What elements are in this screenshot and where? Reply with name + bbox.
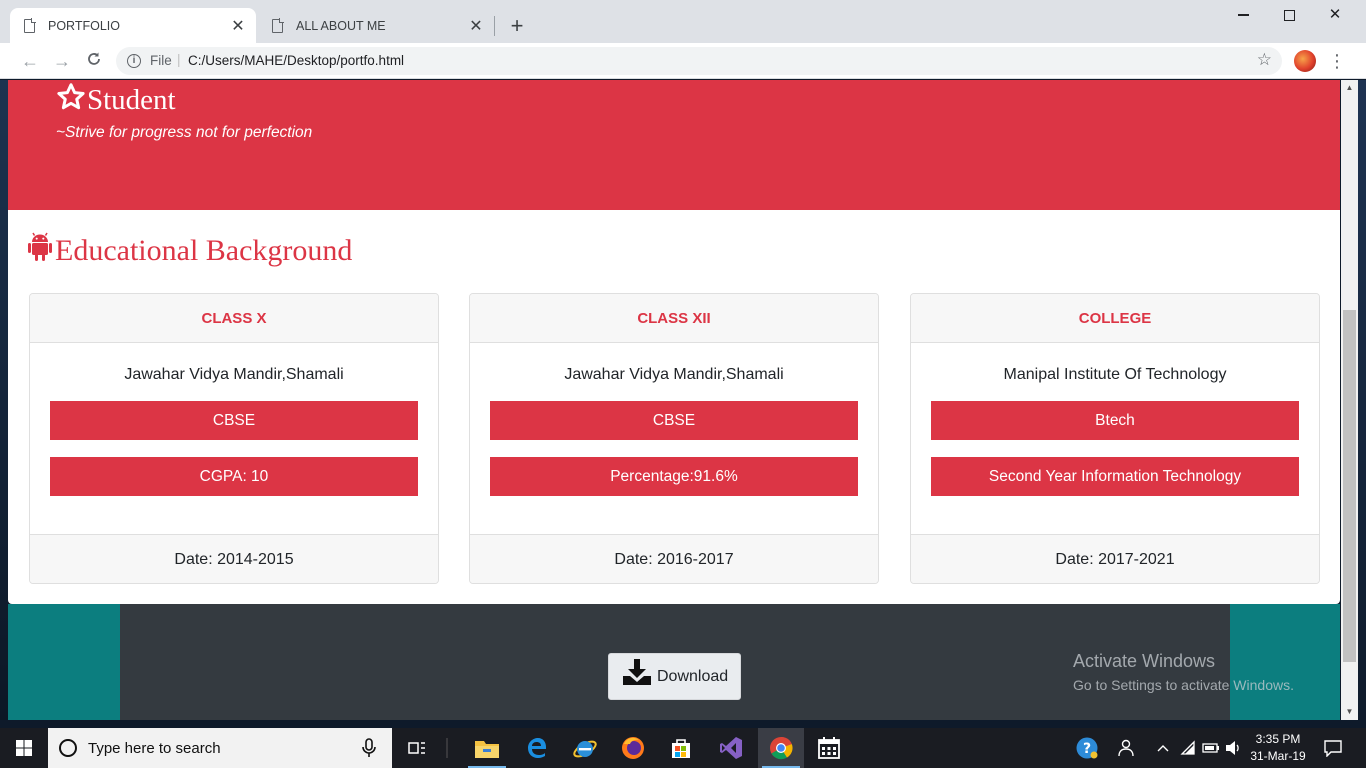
download-button[interactable]: Download <box>608 653 741 700</box>
card-header: CLASS XII <box>470 294 878 343</box>
people-icon[interactable] <box>1114 728 1140 768</box>
menu-kebab-icon[interactable]: ⋮ <box>1328 49 1346 73</box>
reload-icon[interactable] <box>82 49 106 73</box>
internet-explorer-icon[interactable] <box>562 728 608 768</box>
clock-date: 31-Mar-19 <box>1250 749 1306 763</box>
card-header: CLASS X <box>30 294 438 343</box>
start-button[interactable] <box>0 728 48 768</box>
visual-studio-icon[interactable] <box>708 728 754 768</box>
tab-all-about-me[interactable]: ALL ABOUT ME ✕ <box>258 8 494 43</box>
hero-banner: Student ~Strive for progress not for per… <box>8 80 1340 210</box>
notifications-icon[interactable] <box>1318 728 1348 768</box>
hero-title: Student <box>56 82 176 118</box>
system-clock[interactable]: 3:35 PM 31-Mar-19 <box>1248 731 1308 765</box>
scroll-thumb[interactable] <box>1343 310 1356 662</box>
watermark-title: Activate Windows <box>1073 651 1216 671</box>
url-divider: | <box>177 52 181 67</box>
card-board-badge: CBSE <box>490 401 858 440</box>
url-text[interactable]: C:/Users/MAHE/Desktop/portfo.html <box>188 53 404 68</box>
desktop-background <box>0 80 8 720</box>
store-icon[interactable] <box>658 728 704 768</box>
new-tab-button[interactable]: + <box>505 12 529 40</box>
search-placeholder: Type here to search <box>88 739 221 757</box>
maximize-button[interactable] <box>1266 0 1312 30</box>
hero-quote: ~Strive for progress not for perfection <box>56 124 313 141</box>
clock-time: 3:35 PM <box>1255 732 1301 746</box>
help-icon[interactable]: ? <box>1072 728 1102 768</box>
tab-separator <box>494 16 495 36</box>
address-bar[interactable]: i File | C:/Users/MAHE/Desktop/portfo.ht… <box>116 47 1282 75</box>
calendar-icon[interactable] <box>806 728 852 768</box>
forward-arrow-icon[interactable]: → <box>50 49 74 73</box>
education-card-college: COLLEGE Manipal Institute Of Technology … <box>910 293 1320 584</box>
scroll-down-arrow-icon[interactable]: ▼ <box>1341 704 1358 720</box>
chevron-up-icon[interactable] <box>1152 728 1174 768</box>
windows-taskbar: Type here to search ? 3:35 PM 31-Mar-19 <box>0 728 1366 768</box>
bookmark-star-icon[interactable]: ☆ <box>1257 50 1272 70</box>
download-icon <box>622 658 652 691</box>
section-title-text: Educational Background <box>55 234 353 267</box>
minimize-button[interactable] <box>1220 0 1266 30</box>
card-header: COLLEGE <box>911 294 1319 343</box>
browser-toolbar: ← → i File | C:/Users/MAHE/Desktop/portf… <box>0 43 1366 79</box>
watermark-subtitle: Go to Settings to activate Windows. <box>1073 677 1294 693</box>
card-score-badge: Second Year Information Technology <box>931 457 1299 496</box>
windows-logo-icon <box>16 740 32 756</box>
section-title: Educational Background <box>28 232 352 270</box>
wifi-icon[interactable] <box>1178 728 1200 768</box>
close-tab-icon[interactable]: ✕ <box>230 16 246 36</box>
card-school: Jawahar Vidya Mandir,Shamali <box>564 366 784 383</box>
education-card-class-xii: CLASS XII Jawahar Vidya Mandir,Shamali C… <box>469 293 879 584</box>
tab-title: PORTFOLIO <box>48 18 121 33</box>
android-icon <box>28 232 52 270</box>
task-view-icon[interactable] <box>394 728 440 768</box>
footer-side-left <box>8 604 120 720</box>
browser-tab-strip: PORTFOLIO ✕ ALL ABOUT ME ✕ + ✕ <box>0 0 1366 43</box>
download-label: Download <box>657 667 729 685</box>
card-score-badge: Percentage:91.6% <box>490 457 858 496</box>
taskbar-search[interactable]: Type here to search <box>48 728 392 768</box>
file-explorer-icon[interactable] <box>464 728 510 768</box>
firefox-icon[interactable] <box>610 728 656 768</box>
svg-text:?: ? <box>1083 741 1091 757</box>
card-date: Date: 2017-2021 <box>911 534 1319 583</box>
card-date: Date: 2014-2015 <box>30 534 438 583</box>
page-viewport: Student ~Strive for progress not for per… <box>0 80 1366 720</box>
microphone-icon[interactable] <box>358 737 380 759</box>
star-icon <box>56 82 86 118</box>
taskbar-divider <box>442 728 452 768</box>
vertical-scrollbar[interactable]: ▲ ▼ <box>1341 80 1358 720</box>
info-icon[interactable]: i <box>127 54 141 68</box>
battery-icon[interactable] <box>1200 728 1222 768</box>
card-score-badge: CGPA: 10 <box>50 457 418 496</box>
card-date: Date: 2016-2017 <box>470 534 878 583</box>
card-board-badge: Btech <box>931 401 1299 440</box>
scroll-up-arrow-icon[interactable]: ▲ <box>1341 80 1358 96</box>
desktop-background <box>1358 80 1366 720</box>
education-card-class-x: CLASS X Jawahar Vidya Mandir,Shamali CBS… <box>29 293 439 584</box>
card-school: Manipal Institute Of Technology <box>1003 366 1227 383</box>
hero-title-text: Student <box>87 83 176 116</box>
tab-title: ALL ABOUT ME <box>296 18 386 33</box>
close-window-button[interactable]: ✕ <box>1312 0 1358 30</box>
back-arrow-icon[interactable]: ← <box>18 49 42 73</box>
url-scheme: File <box>150 53 172 68</box>
volume-icon[interactable] <box>1222 728 1244 768</box>
activate-windows-watermark: Activate Windows Go to Settings to activ… <box>1073 651 1294 693</box>
page-icon <box>272 18 284 33</box>
education-section: Educational Background CLASS X Jawahar V… <box>8 210 1340 604</box>
tab-portfolio[interactable]: PORTFOLIO ✕ <box>10 8 256 43</box>
card-school: Jawahar Vidya Mandir,Shamali <box>124 366 344 383</box>
search-icon <box>59 739 77 757</box>
edge-browser-icon[interactable] <box>514 728 560 768</box>
close-tab-icon[interactable]: ✕ <box>468 16 484 36</box>
chrome-icon[interactable] <box>758 728 804 768</box>
minimize-icon <box>1237 14 1249 16</box>
page-icon <box>24 18 36 33</box>
maximize-icon <box>1283 9 1295 21</box>
profile-avatar[interactable] <box>1294 50 1316 72</box>
card-board-badge: CBSE <box>50 401 418 440</box>
